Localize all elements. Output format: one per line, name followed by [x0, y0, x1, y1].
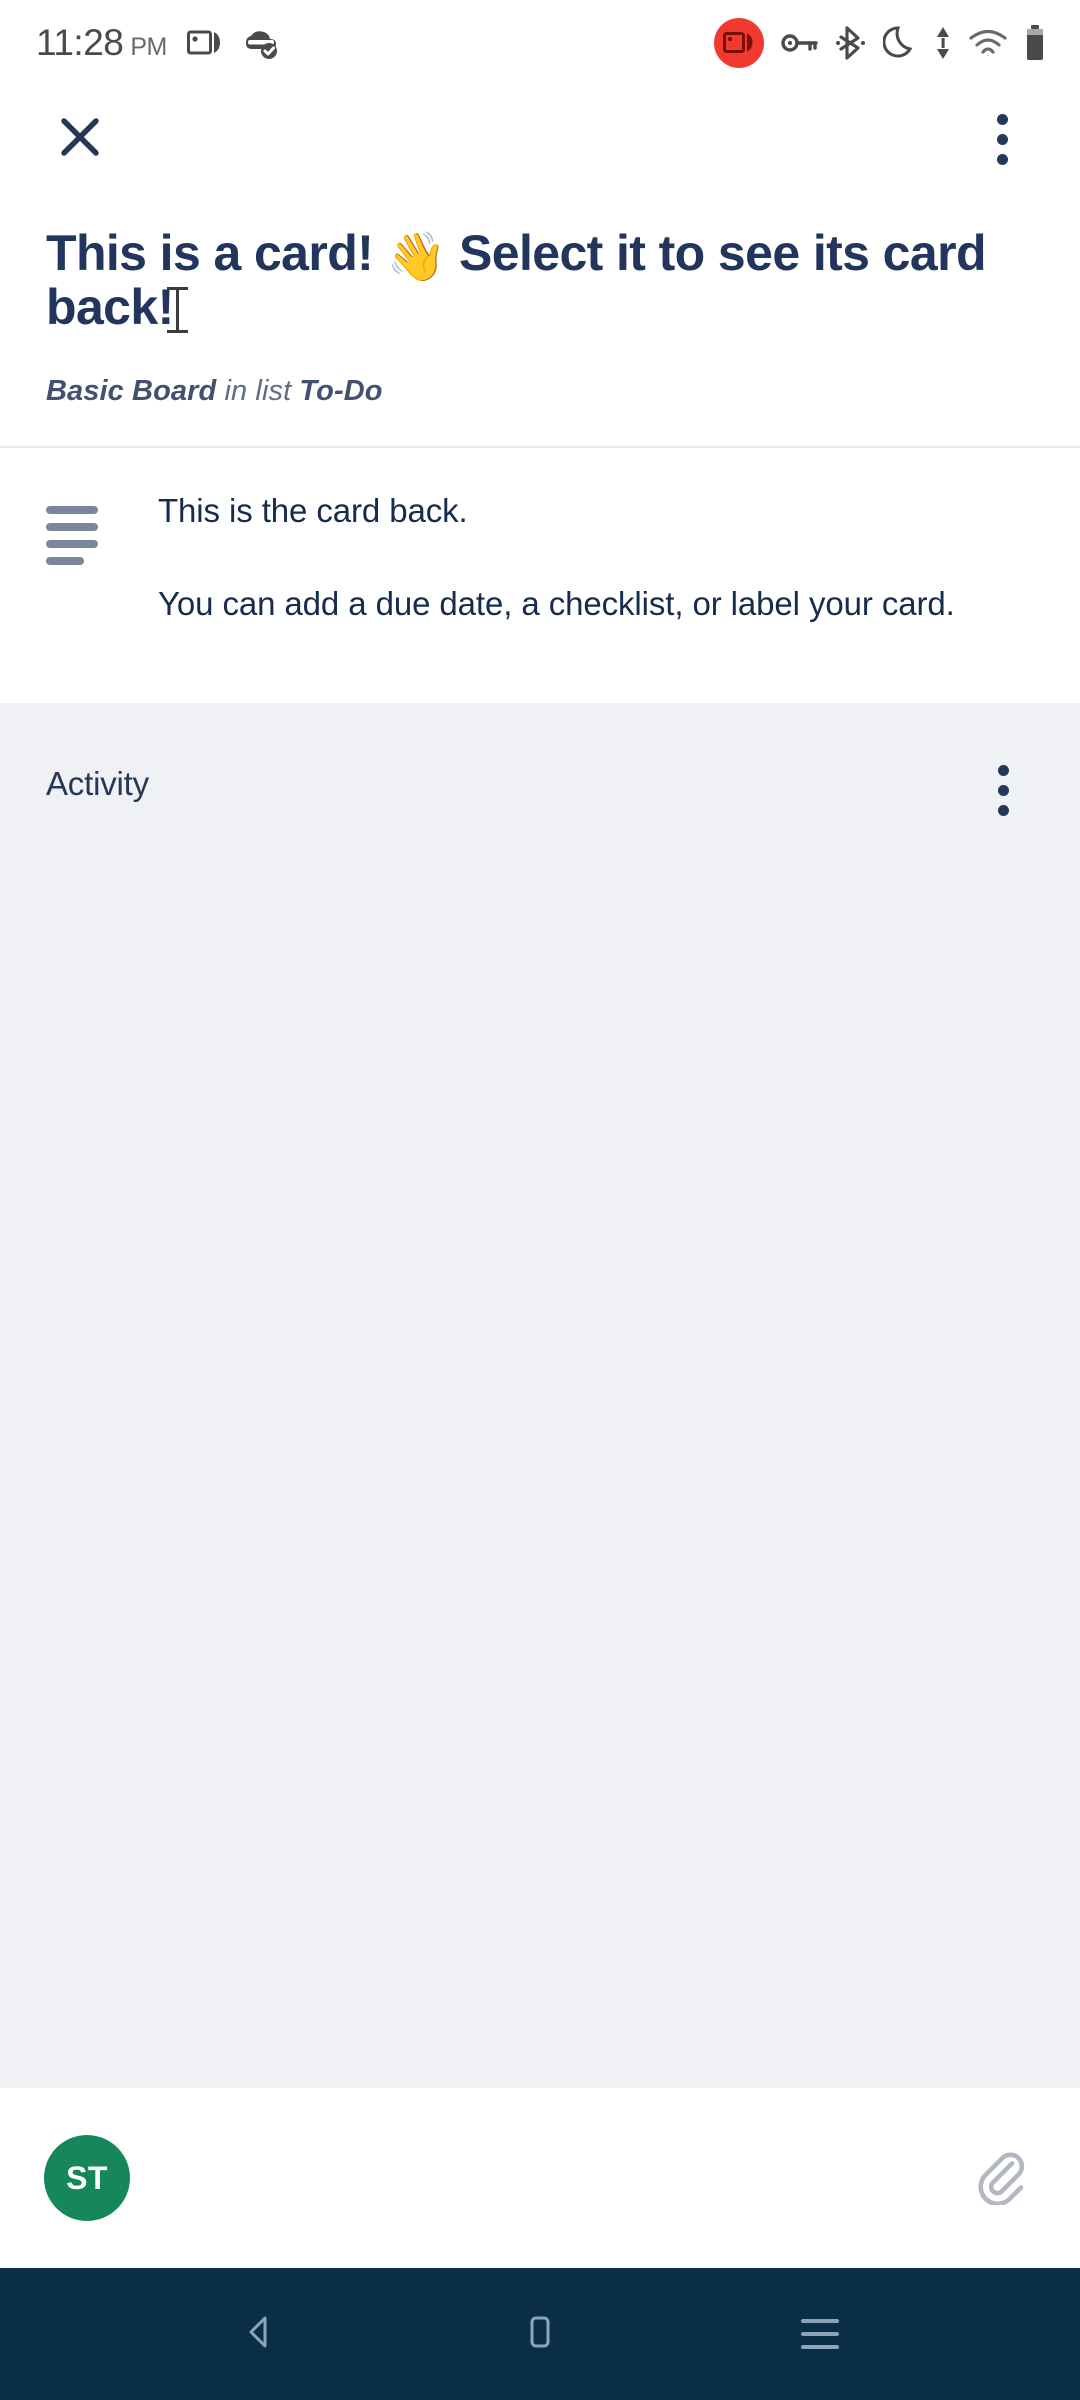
wifi-icon	[969, 28, 1007, 58]
avatar[interactable]: ST	[44, 2135, 130, 2221]
card-title-text-part-1: This is a card!	[46, 225, 387, 281]
system-navigation-bar	[0, 2268, 1080, 2400]
description-lines-icon	[46, 492, 108, 623]
app-screen: 11:28 PM This is a card! 👋 Select it to …	[0, 0, 1080, 2400]
back-icon	[238, 2310, 282, 2359]
status-bar: 11:28 PM	[0, 0, 1080, 86]
description-body: This is the card back. You can add a due…	[108, 492, 1034, 623]
card-overflow-menu-button[interactable]	[964, 101, 1040, 177]
more-vertical-icon	[997, 764, 1009, 816]
do-not-disturb-moon-icon	[883, 25, 917, 61]
screen-recording-active-icon	[714, 18, 764, 68]
waving-hand-emoji: 👋	[386, 231, 447, 284]
board-name[interactable]: Basic Board	[46, 375, 216, 407]
status-bar-clock: 11:28 PM	[36, 22, 167, 64]
comment-bar: ST	[0, 2088, 1080, 2268]
backup-complete-icon	[243, 27, 281, 59]
description-paragraph-2: You can add a due date, a checklist, or …	[158, 584, 955, 622]
home-icon	[518, 2310, 562, 2359]
more-vertical-icon	[996, 113, 1008, 165]
activity-overflow-menu-button[interactable]	[972, 759, 1034, 821]
battery-icon	[1024, 25, 1046, 61]
close-button[interactable]	[42, 101, 118, 177]
attachment-button[interactable]	[960, 2138, 1040, 2218]
data-transfer-arrows-icon	[934, 26, 952, 60]
vpn-key-icon	[781, 30, 819, 56]
status-bar-right	[714, 18, 1046, 68]
nav-back-button[interactable]	[205, 2279, 315, 2389]
card-location-subtitle: Basic Board in list To-Do	[46, 375, 1034, 446]
recents-icon	[801, 2319, 839, 2349]
text-cursor-caret	[166, 287, 188, 333]
app-bar	[0, 86, 1080, 192]
list-name[interactable]: To-Do	[299, 375, 382, 407]
bluetooth-icon	[836, 26, 866, 60]
screen-recorder-icon	[186, 28, 223, 58]
nav-home-button[interactable]	[485, 2279, 595, 2389]
activity-section: Activity	[0, 703, 1080, 2088]
card-title[interactable]: This is a card! 👋 Select it to see its c…	[46, 228, 1034, 333]
status-bar-ampm: PM	[130, 33, 167, 61]
description-paragraph-1: This is the card back.	[158, 492, 468, 529]
card-description-section[interactable]: This is the card back. You can add a due…	[0, 448, 1080, 624]
card-header: This is a card! 👋 Select it to see its c…	[0, 192, 1080, 446]
activity-title: Activity	[46, 765, 149, 803]
activity-feed-empty	[46, 821, 1034, 2088]
paperclip-icon	[971, 2147, 1029, 2210]
nav-recents-button[interactable]	[765, 2279, 875, 2389]
activity-header: Activity	[46, 759, 1034, 821]
in-list-label: in list	[216, 375, 300, 407]
status-bar-time: 11:28	[36, 22, 124, 63]
close-icon	[56, 113, 104, 166]
status-bar-left: 11:28 PM	[36, 22, 281, 64]
description-bottom-spacer	[0, 623, 1080, 704]
